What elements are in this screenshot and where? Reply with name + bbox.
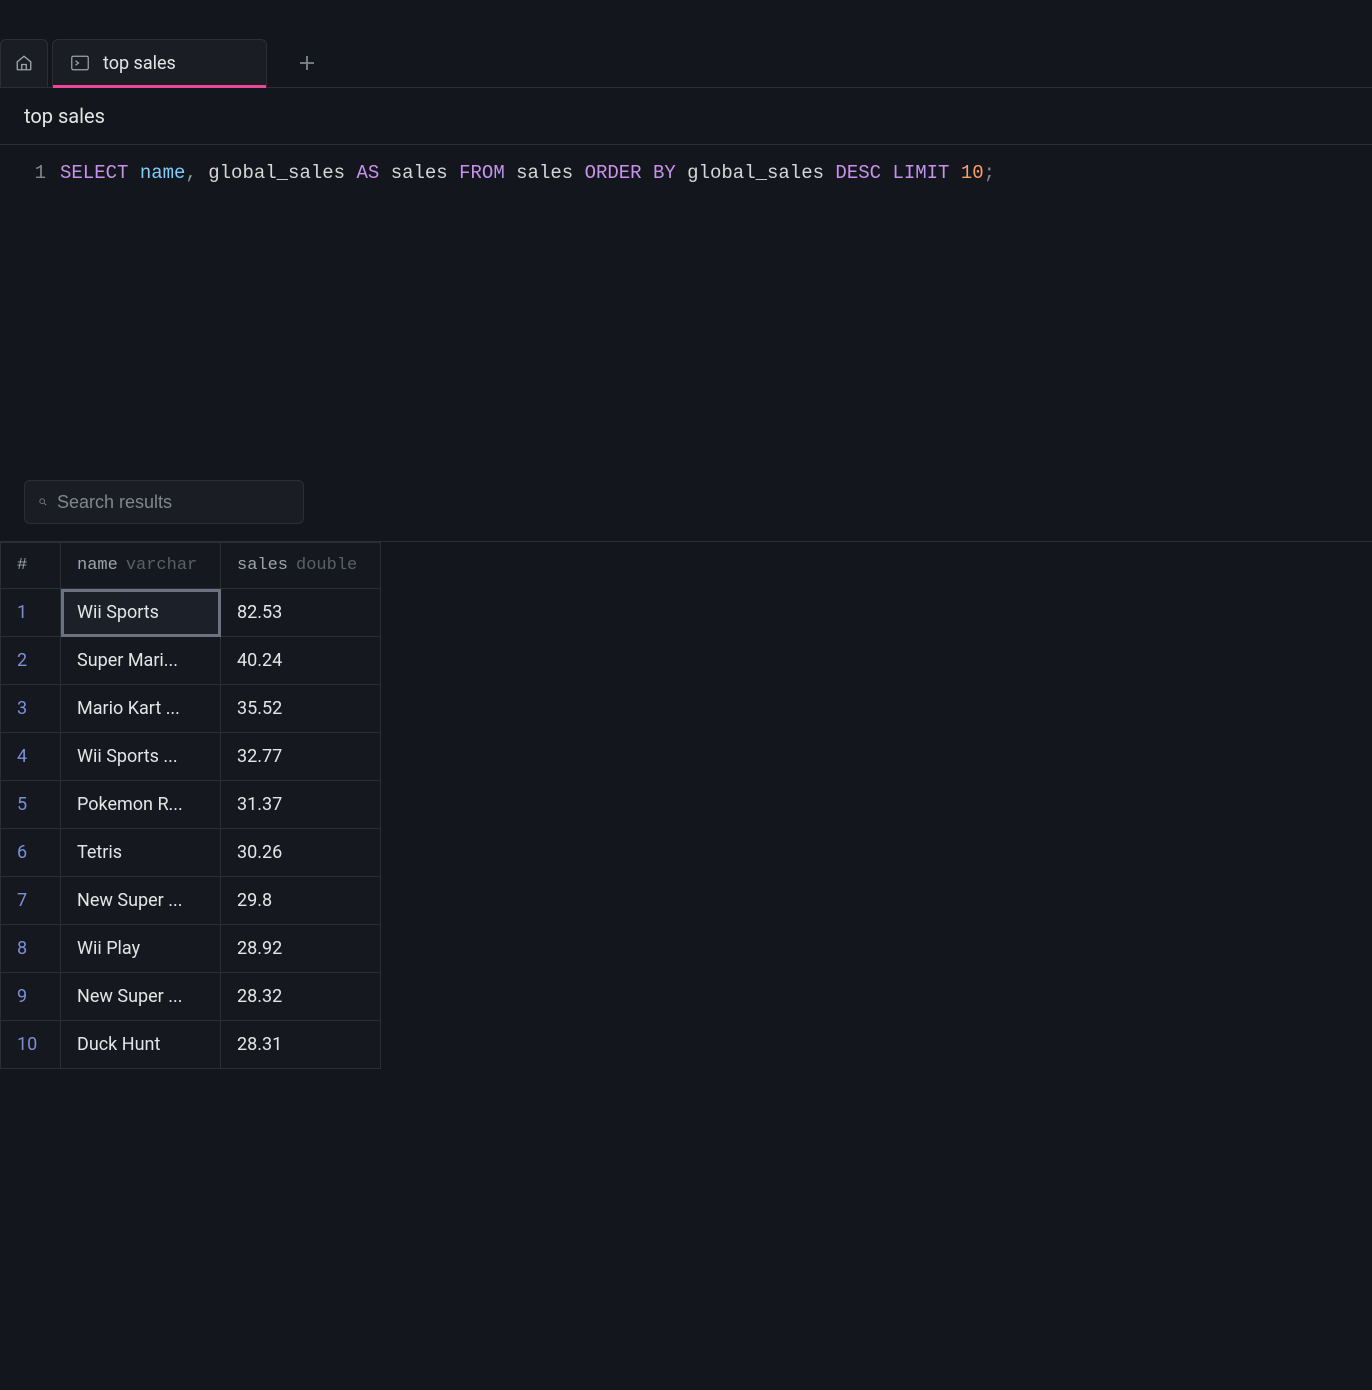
col-sales-type: double	[296, 556, 357, 575]
col-index-label: #	[17, 556, 27, 575]
cell-sales[interactable]: 28.31	[221, 1021, 381, 1069]
num-ten: 10	[961, 162, 984, 184]
cell-sales[interactable]: 32.77	[221, 733, 381, 781]
home-tab[interactable]	[0, 39, 48, 87]
sql-editor[interactable]: 1 SELECT name, global_sales AS sales FRO…	[0, 145, 1372, 463]
row-index: 8	[1, 925, 61, 973]
col-name-label: name	[77, 556, 118, 575]
table-row[interactable]: 5Pokemon R...31.37	[1, 781, 381, 829]
row-index: 6	[1, 829, 61, 877]
kw-as: AS	[356, 162, 379, 184]
search-input[interactable]	[57, 492, 289, 513]
kw-desc: DESC	[835, 162, 881, 184]
cell-name[interactable]: Duck Hunt	[61, 1021, 221, 1069]
line-number: 1	[0, 159, 46, 187]
cell-sales[interactable]: 40.24	[221, 637, 381, 685]
table-row[interactable]: 4Wii Sports ...32.77	[1, 733, 381, 781]
cell-name[interactable]: Mario Kart ...	[61, 685, 221, 733]
table-row[interactable]: 6Tetris30.26	[1, 829, 381, 877]
table-row[interactable]: 8Wii Play28.92	[1, 925, 381, 973]
cell-sales[interactable]: 35.52	[221, 685, 381, 733]
text-global-sales2: global_sales	[676, 162, 836, 184]
page-title: top sales	[24, 104, 1348, 128]
tab-label: top sales	[103, 53, 176, 74]
space	[881, 162, 892, 184]
cell-name[interactable]: Tetris	[61, 829, 221, 877]
home-icon	[15, 54, 33, 72]
table-row[interactable]: 9New Super ...28.32	[1, 973, 381, 1021]
terminal-icon	[71, 55, 89, 71]
semi: ;	[984, 162, 995, 184]
editor-code[interactable]: SELECT name, global_sales AS sales FROM …	[60, 155, 1372, 463]
row-index: 1	[1, 589, 61, 637]
cell-sales[interactable]: 30.26	[221, 829, 381, 877]
table-row[interactable]: 7New Super ...29.8	[1, 877, 381, 925]
kw-limit: LIMIT	[892, 162, 949, 184]
text-sales-tbl: sales	[505, 162, 585, 184]
row-index: 9	[1, 973, 61, 1021]
text-global-sales: global_sales	[197, 162, 357, 184]
cell-sales[interactable]: 28.32	[221, 973, 381, 1021]
search-box[interactable]	[24, 480, 304, 524]
cell-sales[interactable]: 28.92	[221, 925, 381, 973]
row-index: 2	[1, 637, 61, 685]
query-tab[interactable]: top sales	[52, 39, 267, 87]
row-index: 3	[1, 685, 61, 733]
table-row[interactable]: 10Duck Hunt28.31	[1, 1021, 381, 1069]
col-name[interactable]: name varchar	[61, 543, 221, 589]
results-toolbar	[0, 463, 1372, 541]
tab-bar: top sales	[0, 0, 1372, 88]
editor-gutter: 1	[0, 155, 60, 463]
cell-sales[interactable]: 29.8	[221, 877, 381, 925]
text-sales: sales	[379, 162, 459, 184]
cell-name[interactable]: New Super ...	[61, 877, 221, 925]
table-row[interactable]: 1Wii Sports82.53	[1, 589, 381, 637]
add-tab-button[interactable]	[283, 39, 331, 87]
row-index: 10	[1, 1021, 61, 1069]
row-index: 4	[1, 733, 61, 781]
results-table: # name varchar sales double 1Wii Sports82.…	[0, 542, 381, 1069]
cell-name[interactable]: Wii Play	[61, 925, 221, 973]
ident-name: name	[140, 162, 186, 184]
row-index: 5	[1, 781, 61, 829]
results-table-wrap: # name varchar sales double 1Wii Sports82.…	[0, 541, 1372, 1069]
plus-icon	[299, 55, 315, 71]
space2	[949, 162, 960, 184]
kw-orderby: ORDER BY	[585, 162, 676, 184]
cell-sales[interactable]: 82.53	[221, 589, 381, 637]
table-row[interactable]: 3Mario Kart ...35.52	[1, 685, 381, 733]
cell-name[interactable]: Super Mari...	[61, 637, 221, 685]
cell-sales[interactable]: 31.37	[221, 781, 381, 829]
search-icon	[39, 494, 47, 510]
cell-name[interactable]: Wii Sports	[61, 589, 221, 637]
col-index[interactable]: #	[1, 543, 61, 589]
col-name-type: varchar	[126, 556, 197, 575]
cell-name[interactable]: New Super ...	[61, 973, 221, 1021]
table-row[interactable]: 2Super Mari...40.24	[1, 637, 381, 685]
col-sales-label: sales	[237, 556, 288, 575]
kw-from: FROM	[459, 162, 505, 184]
kw-select: SELECT	[60, 162, 128, 184]
table-header-row: # name varchar sales double	[1, 543, 381, 589]
row-index: 7	[1, 877, 61, 925]
cell-name[interactable]: Pokemon R...	[61, 781, 221, 829]
col-sales[interactable]: sales double	[221, 543, 381, 589]
title-bar: top sales	[0, 88, 1372, 145]
cell-name[interactable]: Wii Sports ...	[61, 733, 221, 781]
punct-comma: ,	[185, 162, 196, 184]
